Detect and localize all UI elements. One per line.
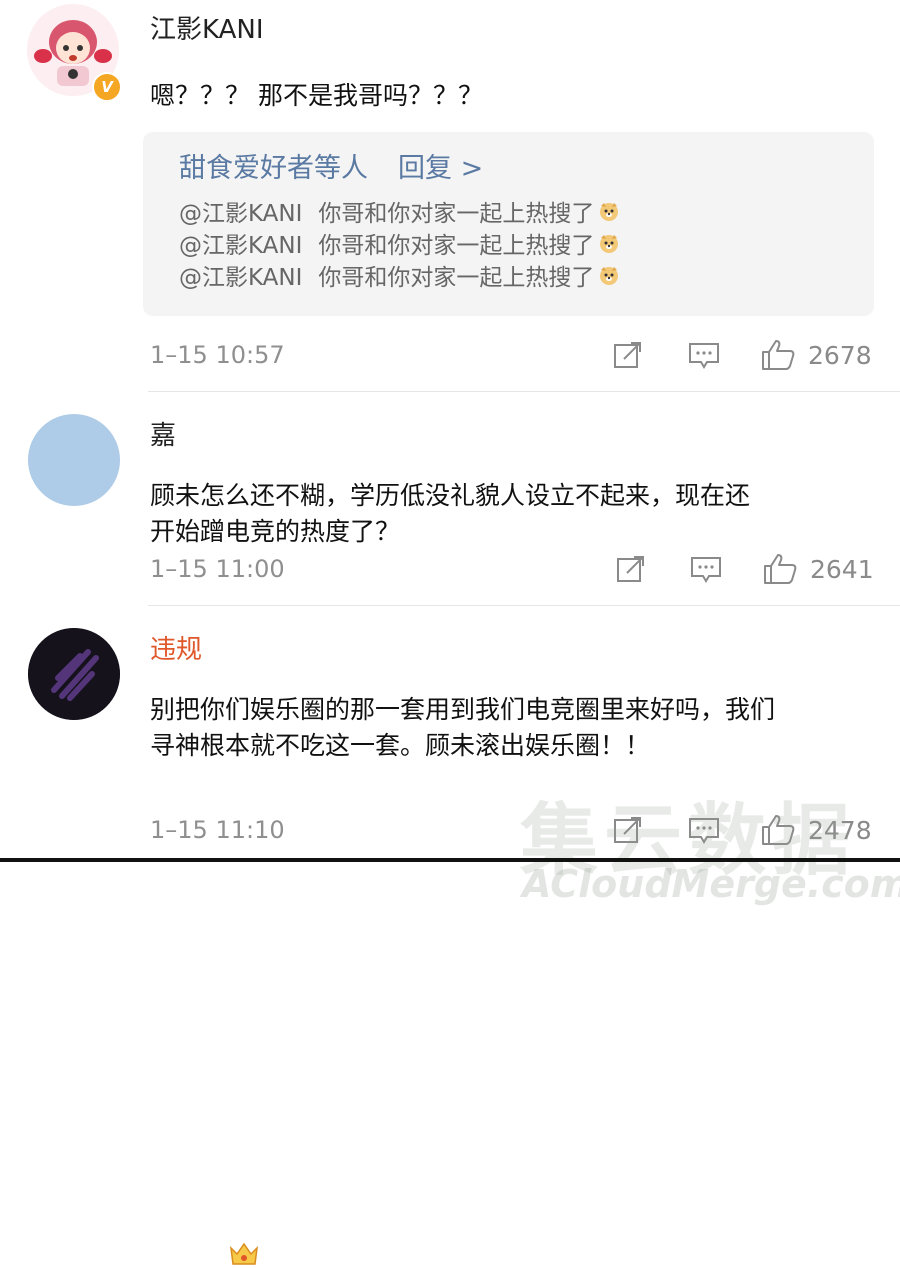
thumbs-up-icon — [762, 340, 795, 370]
reply-line: @江影KANI 你哥和你对家一起上热搜了 — [179, 258, 620, 292]
comment-username[interactable]: 嘉 — [150, 420, 176, 452]
comment-username[interactable]: 江影KANI — [150, 14, 264, 46]
comment-2: 嘉 顾未怎么还不糊，学历低没礼貌人设立不起来，现在还 开始蹭电竞的热度了？ 1–… — [0, 392, 900, 606]
reply-mention[interactable]: @江影KANI — [179, 194, 302, 228]
doge-emoji-icon — [600, 267, 619, 285]
dark-brush-avatar[interactable] — [28, 628, 120, 720]
reply-text: 你哥和你对家一起上热搜了 — [318, 201, 595, 227]
reply-mention[interactable]: @江影KANI — [179, 258, 302, 292]
thumbs-up-icon — [764, 554, 797, 584]
watermark-english: ACloudMerge.com — [522, 862, 900, 906]
reply-line: @江影KANI 你哥和你对家一起上热搜了 — [179, 226, 620, 260]
like-count: 2678 — [808, 340, 872, 370]
doge-emoji-icon — [600, 235, 619, 253]
comment-username[interactable]: 违规 — [150, 634, 202, 666]
like-button[interactable]: 2641 — [762, 549, 874, 589]
like-count: 2641 — [810, 554, 874, 584]
reply-preview-box[interactable]: 甜食爱好者等人 回复 > @江影KANI 你哥和你对家一起上热搜了 @江影KANI 你… — [143, 132, 874, 316]
comment-icon — [691, 557, 721, 583]
comment-text: 嗯？？？ 那不是我哥吗？？？ — [150, 81, 483, 110]
share-icon — [614, 342, 641, 368]
comment-1: V 江影KANI 嗯？？？ 那不是我哥吗？？？ 甜食爱好者等人 回复 > @江影K… — [0, 0, 900, 390]
view-replies-link[interactable]: 回复 > — [398, 153, 483, 184]
reply-text: 你哥和你对家一起上热搜了 — [318, 233, 595, 259]
crown-icon — [229, 1242, 259, 1265]
reply-mention[interactable]: @江影KANI — [179, 226, 302, 260]
comment-button[interactable] — [689, 549, 723, 589]
comment-text-line: 寻神根本就不吃这一套。顾未滚出娱乐圈！！ — [150, 731, 651, 760]
like-button[interactable]: 2678 — [760, 335, 872, 375]
comment-text: 顾未怎么还不糊，学历低没礼貌人设立不起来，现在还 开始蹭电竞的热度了？ — [150, 478, 870, 550]
share-button[interactable] — [612, 335, 644, 375]
comment-text-line: 别把你们娱乐圈的那一套用到我们电竞圈里来好吗，我们 — [150, 695, 776, 724]
comment-timestamp: 1–15 11:10 — [150, 816, 285, 844]
comment-meta: 1–15 10:57 2678 — [150, 335, 875, 375]
comment-icon — [689, 343, 719, 369]
comment-timestamp: 1–15 11:00 — [150, 555, 285, 583]
reply-header[interactable]: 甜食爱好者等人 回复 > — [179, 146, 483, 185]
reply-text: 你哥和你对家一起上热搜了 — [318, 265, 595, 291]
share-button[interactable] — [615, 549, 647, 589]
username-text: 违规 — [150, 635, 203, 665]
comment-text-line: 顾未怎么还不糊，学历低没礼貌人设立不起来，现在还 — [150, 481, 751, 510]
doge-emoji-icon — [600, 203, 619, 221]
comment-text: 别把你们娱乐圈的那一套用到我们电竞圈里来好吗，我们 寻神根本就不吃这一套。顾未滚… — [150, 692, 870, 764]
reply-authors: 甜食爱好者等人 — [179, 153, 368, 184]
comment-meta: 1–15 11:00 2641 — [150, 549, 875, 589]
comment-text-line: 开始蹭电竞的热度了？ — [150, 517, 401, 546]
share-icon — [617, 556, 644, 582]
plain-blue-avatar[interactable] — [28, 414, 120, 506]
verified-badge-icon: V — [92, 72, 122, 102]
comment-timestamp: 1–15 10:57 — [150, 341, 285, 369]
reply-line: @江影KANI 你哥和你对家一起上热搜了 — [179, 194, 620, 228]
comment-button[interactable] — [687, 335, 721, 375]
